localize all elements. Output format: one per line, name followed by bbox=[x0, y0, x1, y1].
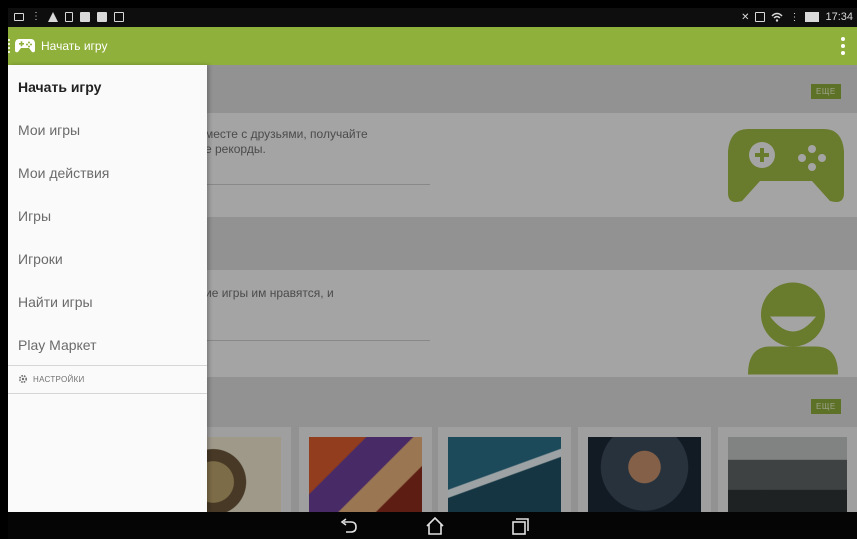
person-illustration bbox=[748, 282, 838, 375]
game-thumbnail[interactable] bbox=[299, 427, 432, 512]
status-bar: ⋮ ✕ ⋮ 17:34 bbox=[8, 8, 857, 27]
camera-icon bbox=[114, 11, 124, 22]
navigation-drawer: Начать игру Мои игры Мои действия Игры И… bbox=[8, 65, 207, 512]
gamepad-illustration bbox=[728, 129, 844, 202]
drawer-item-settings[interactable]: НАСТРОЙКИ bbox=[8, 366, 207, 392]
drawer-indicator-icon[interactable] bbox=[8, 39, 11, 53]
drawer-item-start-game[interactable]: Начать игру bbox=[8, 65, 207, 108]
more-badge[interactable]: ЕЩЕ bbox=[811, 399, 841, 414]
system-navigation-bar bbox=[8, 512, 857, 539]
game-thumbnail[interactable] bbox=[578, 427, 711, 512]
game-thumbnail[interactable] bbox=[438, 427, 571, 512]
notification-icons: ⋮ bbox=[14, 11, 124, 22]
dots-icon: ⋮ bbox=[31, 11, 41, 22]
overflow-menu-icon[interactable] bbox=[841, 37, 845, 55]
game-thumbnail[interactable] bbox=[718, 427, 857, 512]
settings-label: НАСТРОЙКИ bbox=[33, 374, 85, 384]
drawer-item-find-games[interactable]: Найти игры bbox=[8, 280, 207, 323]
image-icon bbox=[97, 11, 107, 22]
system-icons: ✕ ⋮ 17:34 bbox=[741, 11, 853, 23]
gear-icon bbox=[18, 374, 28, 384]
drawer-item-players[interactable]: Игроки bbox=[8, 237, 207, 280]
card-divider bbox=[205, 184, 430, 185]
more-badge[interactable]: ЕЩЕ bbox=[811, 84, 841, 99]
card-description: месте с друзьями, получайте е рекорды. bbox=[205, 127, 368, 156]
vibrate-icon bbox=[755, 12, 766, 22]
wifi-icon bbox=[771, 12, 783, 22]
status-time: 17:34 bbox=[825, 11, 853, 23]
drawer-divider bbox=[8, 393, 207, 394]
dots-icon: ⋮ bbox=[789, 11, 800, 23]
mute-icon: ✕ bbox=[741, 11, 750, 23]
app-title: Начать игру bbox=[41, 39, 108, 53]
screen-icon bbox=[14, 12, 24, 21]
recent-apps-icon[interactable] bbox=[509, 516, 531, 536]
battery-icon bbox=[805, 12, 820, 22]
card-divider bbox=[205, 340, 430, 341]
drawer-item-play-market[interactable]: Play Маркет bbox=[8, 323, 207, 366]
gamepad-icon[interactable] bbox=[14, 36, 36, 54]
home-icon[interactable] bbox=[424, 516, 446, 536]
drawer-item-my-games[interactable]: Мои игры bbox=[8, 108, 207, 151]
file-icon bbox=[65, 11, 73, 22]
drawer-item-my-activity[interactable]: Мои действия bbox=[8, 151, 207, 194]
action-bar: Начать игру bbox=[8, 27, 857, 65]
card-description: ие игры им нравятся, и bbox=[205, 286, 334, 300]
back-icon[interactable] bbox=[337, 516, 359, 536]
warning-icon bbox=[48, 11, 58, 22]
image-icon bbox=[80, 11, 90, 22]
drawer-item-games[interactable]: Игры bbox=[8, 194, 207, 237]
